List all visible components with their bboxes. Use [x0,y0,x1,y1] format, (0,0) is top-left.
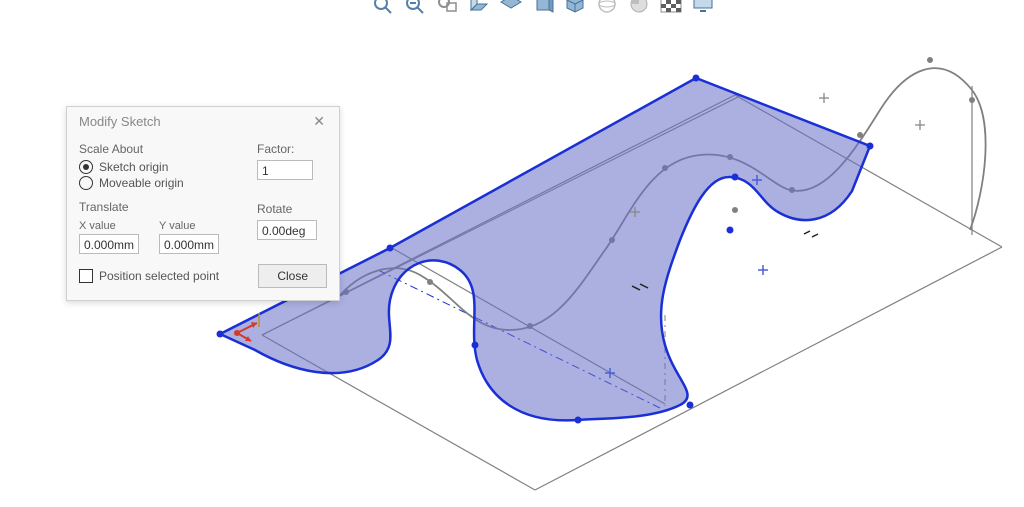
zoom-window-icon[interactable] [434,0,460,15]
view-checker-icon[interactable] [658,0,684,15]
radio-label: Sketch origin [99,160,168,174]
zoom-out-icon[interactable] [402,0,428,15]
y-label: Y value [159,220,219,232]
y-value-input[interactable]: 0.000mm [159,234,219,254]
view-sphere-icon[interactable] [594,0,620,15]
checkbox-icon [79,269,93,283]
scale-about-label: Scale About [79,142,237,156]
x-value-input[interactable]: 0.000mm [79,234,139,254]
view-iso-icon[interactable] [562,0,588,15]
radio-sketch-origin[interactable]: Sketch origin [79,160,237,174]
position-selected-checkbox[interactable]: Position selected point [79,269,219,283]
x-label: X value [79,220,139,232]
checkbox-label: Position selected point [99,269,219,283]
radio-icon [79,176,93,190]
radio-label: Moveable origin [99,176,184,190]
close-button[interactable]: Close [258,264,327,288]
view-shade-icon[interactable] [626,0,652,15]
dialog-title-text: Modify Sketch [79,114,161,129]
dialog-titlebar[interactable]: Modify Sketch ✕ [67,107,339,136]
factor-label: Factor: [257,142,327,156]
view-front-icon[interactable] [466,0,492,15]
modify-sketch-dialog[interactable]: Modify Sketch ✕ Scale About Sketch origi… [66,106,340,301]
view-monitor-icon[interactable] [690,0,716,15]
rotate-input[interactable]: 0.00deg [257,220,317,240]
factor-input[interactable]: 1 [257,160,313,180]
radio-moveable-origin[interactable]: Moveable origin [79,176,237,190]
radio-icon [79,160,93,174]
view-toolbar [370,0,716,15]
rotate-label: Rotate [257,202,327,216]
view-top-icon[interactable] [498,0,524,15]
view-side-icon[interactable] [530,0,556,15]
zoom-in-icon[interactable] [370,0,396,15]
close-icon[interactable]: ✕ [309,113,329,130]
